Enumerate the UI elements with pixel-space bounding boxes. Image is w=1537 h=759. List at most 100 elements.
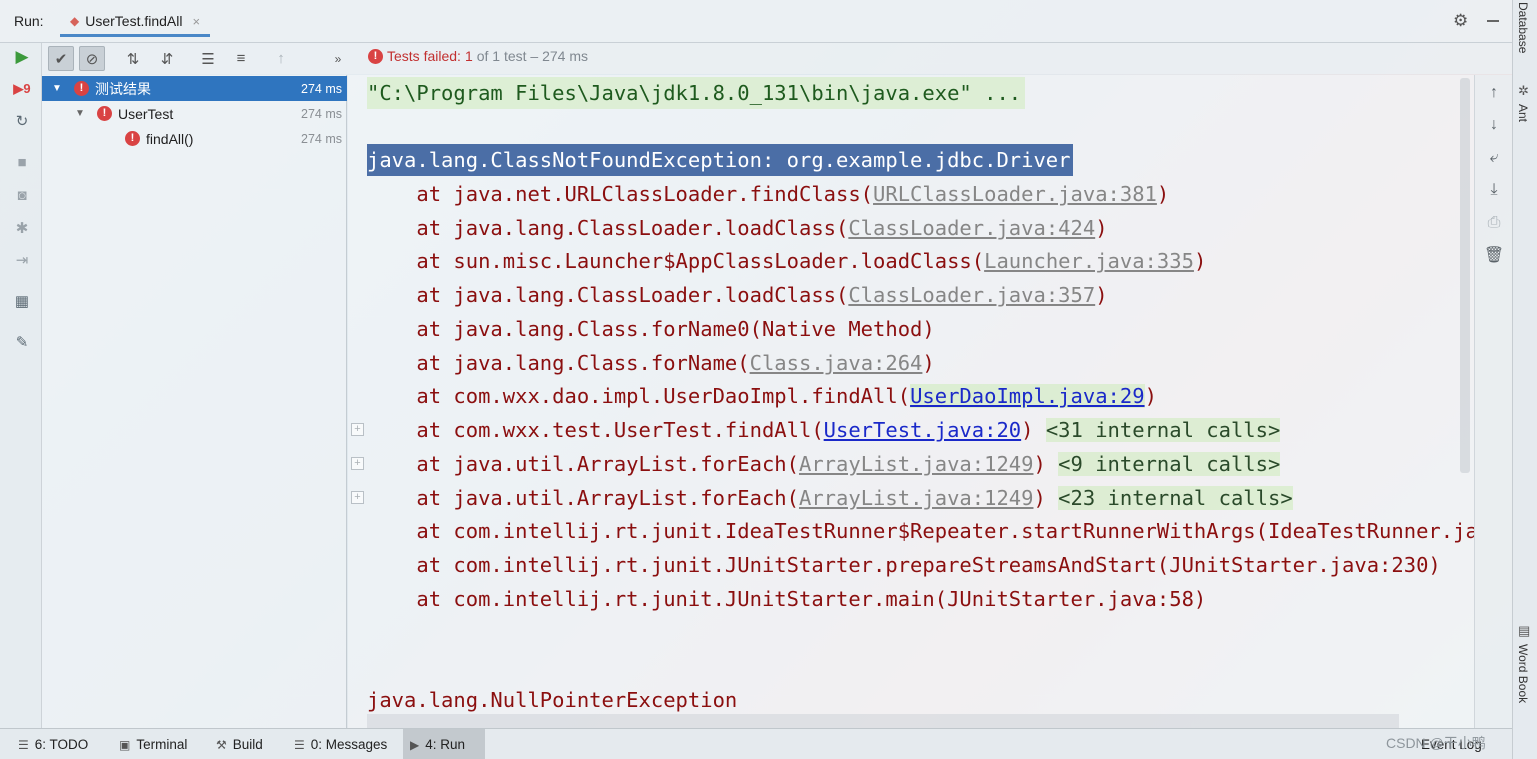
internal-calls[interactable]: <23 internal calls> — [1058, 486, 1293, 510]
list-icon: ☰ — [18, 737, 29, 752]
more-icon[interactable]: » — [325, 46, 351, 71]
source-link[interactable]: ClassLoader.java:424 — [848, 216, 1095, 240]
junit-run-icon: ◆ — [70, 14, 80, 28]
console-exception-line: java.lang.ClassNotFoundException: org.ex… — [367, 144, 1073, 176]
stack-frame: at com.intellij.rt.junit.JUnitStarter.ma… — [367, 587, 1207, 611]
console-right-toolbar: ↑ ↓ ⤶ ⤓ ⎙ 🗑 — [1474, 75, 1512, 728]
tree-item-label: findAll() — [146, 130, 194, 147]
close-icon[interactable]: × — [193, 14, 201, 29]
source-link[interactable]: URLClassLoader.java:381 — [873, 182, 1157, 206]
scroll-to-end-icon[interactable]: ⤓ — [1484, 180, 1504, 200]
internal-calls[interactable]: <31 internal calls> — [1045, 418, 1281, 442]
database-tool-button[interactable]: Database — [1516, 2, 1530, 53]
console-command-line: "C:\Program Files\Java\jdk1.8.0_131\bin\… — [367, 77, 1026, 109]
debug-icon[interactable]: ✱ — [12, 218, 32, 238]
sort-duration-icon[interactable]: ⇵ — [154, 46, 180, 71]
previous-failed-icon[interactable]: ↑ — [268, 46, 294, 71]
source-link[interactable]: UserTest.java:20 — [824, 418, 1021, 442]
terminal-icon: ▣ — [119, 737, 131, 752]
console-output[interactable]: "C:\Program Files\Java\jdk1.8.0_131\bin\… — [348, 75, 1474, 728]
build-tool-button[interactable]: ⚒ Build — [209, 729, 270, 759]
book-icon: ▤ — [1518, 623, 1531, 638]
error-icon: ! — [368, 48, 383, 64]
source-link[interactable]: Launcher.java:335 — [984, 249, 1194, 273]
tree-item-time: 274 ms — [301, 131, 342, 146]
tab-title: UserTest.findAll — [85, 13, 183, 29]
source-link[interactable]: ClassLoader.java:357 — [848, 283, 1095, 307]
test-results-tree: ▼ ! 测试结果 274 ms ▼ ! UserTest 274 ms ! fi… — [42, 75, 347, 728]
source-link[interactable]: ArrayList.java:1249 — [799, 452, 1034, 476]
stack-frame: at com.intellij.rt.junit.IdeaTestRunner$… — [367, 519, 1474, 543]
stack-frame: at java.lang.ClassLoader.loadClass(Class… — [367, 283, 1108, 307]
expand-all-icon[interactable]: ☰ — [195, 46, 221, 71]
toggle-auto-test-icon[interactable]: ↻ — [12, 111, 32, 131]
source-link[interactable]: Class.java:264 — [750, 351, 923, 375]
error-icon: ! — [97, 106, 112, 121]
error-icon: ! — [125, 131, 140, 146]
camera-icon[interactable]: ◙ — [12, 185, 32, 205]
stack-frame: at java.util.ArrayList.forEach(ArrayList… — [367, 452, 1281, 476]
messages-icon: ☰ — [294, 737, 305, 752]
watermark: CSDN @干小鸭 — [1386, 735, 1486, 751]
up-arrow-icon[interactable]: ↑ — [1484, 83, 1504, 103]
stop-icon[interactable]: ■ — [12, 152, 32, 172]
test-status: ! Tests failed: 1 of 1 test – 274 ms — [368, 48, 588, 64]
ant-tool-button[interactable]: Ant — [1516, 104, 1530, 122]
tests-failed-count: 1 — [464, 48, 473, 64]
expand-internal-calls-icon[interactable]: + — [351, 423, 364, 436]
collapse-all-icon[interactable]: ≡ — [228, 46, 254, 71]
stack-frame: at java.lang.Class.forName(Class.java:26… — [367, 351, 935, 375]
tests-failed-label: Tests failed: — [387, 48, 461, 64]
stack-frame: at com.intellij.rt.junit.JUnitStarter.pr… — [367, 553, 1441, 577]
tree-item-method[interactable]: ! findAll() 274 ms — [42, 126, 347, 151]
print-icon[interactable]: ⎙ — [1484, 213, 1504, 233]
run-label: Run: — [14, 13, 44, 29]
sort-alpha-icon[interactable]: ⇅ — [120, 46, 146, 71]
rerun-icon[interactable]: ▶ — [12, 47, 32, 67]
stack-frame: at java.lang.ClassLoader.loadClass(Class… — [367, 216, 1108, 240]
show-ignored-icon[interactable]: ⊘ — [79, 46, 105, 71]
chevron-down-icon[interactable]: ▼ — [73, 108, 87, 119]
source-link[interactable]: ArrayList.java:1249 — [799, 486, 1034, 510]
gear-icon[interactable]: ⚙ — [1453, 11, 1468, 31]
console-exception-line: java.lang.NullPointerException — [367, 688, 738, 712]
stack-frame: at sun.misc.Launcher$AppClassLoader.load… — [367, 249, 1207, 273]
stack-frame: at com.wxx.dao.impl.UserDaoImpl.findAll(… — [367, 384, 1157, 408]
console-vertical-scrollbar[interactable] — [1460, 78, 1470, 473]
stack-frame: at java.net.URLClassLoader.findClass(URL… — [367, 182, 1170, 206]
terminal-tool-button[interactable]: ▣ Terminal — [112, 729, 194, 759]
tests-summary: of 1 test – 274 ms — [476, 48, 589, 64]
tab-usertest-findall[interactable]: ◆ UserTest.findAll × — [60, 8, 211, 37]
run-tool-window-header: Run: ◆ UserTest.findAll × ⚙ — [0, 0, 1512, 43]
tree-item-label: 测试结果 — [95, 80, 151, 97]
pin-icon[interactable]: ✎ — [12, 332, 32, 352]
exit-icon[interactable]: ⇥ — [12, 250, 32, 270]
show-passed-icon[interactable]: ✔ — [48, 46, 74, 71]
expand-internal-calls-icon[interactable]: + — [351, 457, 364, 470]
internal-calls[interactable]: <9 internal calls> — [1058, 452, 1281, 476]
down-arrow-icon[interactable]: ↓ — [1484, 115, 1504, 135]
word-book-tool-button[interactable]: Word Book — [1516, 644, 1530, 703]
layout-icon[interactable]: ▦ — [12, 291, 32, 311]
rerun-failed-icon[interactable]: ▶9 — [12, 79, 32, 99]
stack-frame: at com.wxx.test.UserTest.findAll(UserTes… — [367, 418, 1281, 442]
minimize-icon[interactable] — [1487, 20, 1499, 22]
run-left-toolbar: ▶ ▶9 ↻ ■ ◙ ✱ ⇥ ▦ ✎ — [0, 43, 42, 728]
soft-wrap-icon[interactable]: ⤶ — [1484, 148, 1504, 168]
tree-item-class[interactable]: ▼ ! UserTest 274 ms — [42, 101, 347, 126]
stack-frame: at java.util.ArrayList.forEach(ArrayList… — [367, 486, 1293, 510]
todo-tool-button[interactable]: ☰ 6: TODO — [11, 729, 95, 759]
chevron-down-icon[interactable]: ▼ — [50, 83, 64, 94]
bottom-tool-bar: ☰ 6: TODO ▣ Terminal ⚒ Build ☰ 0: Messag… — [0, 728, 1512, 759]
test-toolbar: ✔ ⊘ ⇅ ⇵ ☰ ≡ ↑ » ! Tests failed: 1 of 1 t… — [42, 43, 1512, 74]
messages-tool-button[interactable]: ☰ 0: Messages — [287, 729, 394, 759]
trash-icon[interactable]: 🗑 — [1484, 245, 1504, 265]
console-horizontal-scrollbar[interactable] — [367, 714, 1399, 728]
tree-item-time: 274 ms — [301, 106, 342, 121]
ant-icon: ✲ — [1518, 83, 1529, 98]
expand-internal-calls-icon[interactable]: + — [351, 491, 364, 504]
source-link[interactable]: UserDaoImpl.java:29 — [910, 384, 1145, 408]
tree-item-root[interactable]: ▼ ! 测试结果 274 ms — [42, 76, 347, 101]
run-tool-button[interactable]: ▶ 4: Run — [403, 729, 485, 759]
tree-item-time: 274 ms — [301, 81, 342, 96]
